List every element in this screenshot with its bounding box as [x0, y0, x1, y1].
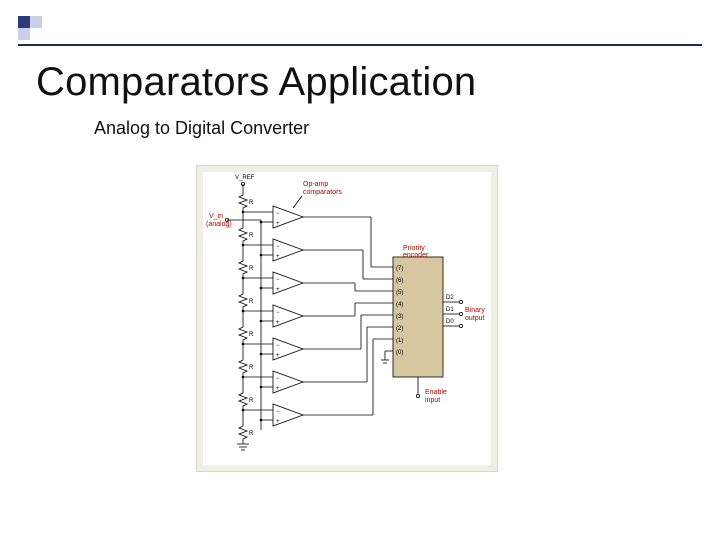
svg-text:(0): (0) — [396, 350, 403, 356]
svg-text:(2): (2) — [396, 326, 403, 332]
svg-text:−: − — [276, 244, 280, 250]
resistor-ladder: R R R R R R R — [237, 192, 254, 450]
encoder-label-line1: Priority — [403, 245, 425, 252]
svg-text:+: + — [276, 419, 280, 425]
vin-label-top: V_in — [209, 213, 223, 220]
page-title: Comparators Application — [36, 60, 476, 105]
enable-label-1: Enable — [425, 389, 447, 396]
svg-text:(3): (3) — [396, 314, 403, 320]
svg-text:+: + — [276, 287, 280, 293]
enable-label-2: input — [425, 397, 440, 404]
opamp-label-line1: Op-amp — [303, 181, 328, 188]
svg-text:(6): (6) — [396, 278, 403, 284]
svg-text:(4): (4) — [396, 302, 403, 308]
svg-text:(7): (7) — [396, 266, 403, 272]
svg-text:−: − — [276, 343, 280, 349]
svg-text:+: + — [276, 386, 280, 392]
svg-text:R: R — [249, 365, 254, 371]
decor-square-dark — [18, 16, 30, 28]
vin-label-bottom: (analog) — [206, 221, 232, 228]
vref-label: V_REF — [235, 175, 255, 181]
svg-text:R: R — [249, 299, 254, 305]
priority-encoder: (7) (6) (5) (4) (3) (2) (1) (0) Priority… — [381, 245, 485, 404]
svg-text:+: + — [276, 221, 280, 227]
svg-text:(5): (5) — [396, 290, 403, 296]
svg-text:R: R — [249, 200, 254, 206]
svg-text:−: − — [276, 310, 280, 316]
decor-square-light-a — [30, 16, 42, 28]
diagram-canvas: V_REF V_in (analog) Op-amp comparators R — [203, 172, 491, 465]
svg-text:−: − — [276, 277, 280, 283]
svg-text:R: R — [249, 266, 254, 272]
svg-text:R: R — [249, 332, 254, 338]
comparator-bank: − + − + — [243, 206, 393, 426]
svg-text:R: R — [249, 398, 254, 404]
svg-text:D2: D2 — [446, 295, 454, 301]
svg-text:+: + — [276, 320, 280, 326]
binary-output-label-1: Binary — [465, 307, 485, 314]
page-subtitle: Analog to Digital Converter — [94, 118, 309, 139]
svg-text:+: + — [276, 254, 280, 260]
svg-text:R: R — [249, 233, 254, 239]
encoder-label-line2: encoder — [403, 252, 429, 259]
svg-text:R: R — [249, 431, 254, 437]
svg-text:D1: D1 — [446, 307, 454, 313]
svg-text:D0: D0 — [446, 319, 454, 325]
svg-text:+: + — [276, 353, 280, 359]
header-decor — [18, 16, 702, 36]
decor-square-light-b — [18, 28, 30, 40]
flash-adc-diagram: V_REF V_in (analog) Op-amp comparators R — [203, 172, 491, 465]
svg-text:(1): (1) — [396, 338, 403, 344]
opamp-label-line2: comparators — [303, 189, 342, 196]
diagram-container: V_REF V_in (analog) Op-amp comparators R — [196, 165, 498, 472]
svg-text:−: − — [276, 211, 280, 217]
binary-output-label-2: output — [465, 315, 485, 322]
svg-text:−: − — [276, 376, 280, 382]
svg-text:−: − — [276, 409, 280, 415]
header-rule — [18, 44, 702, 46]
